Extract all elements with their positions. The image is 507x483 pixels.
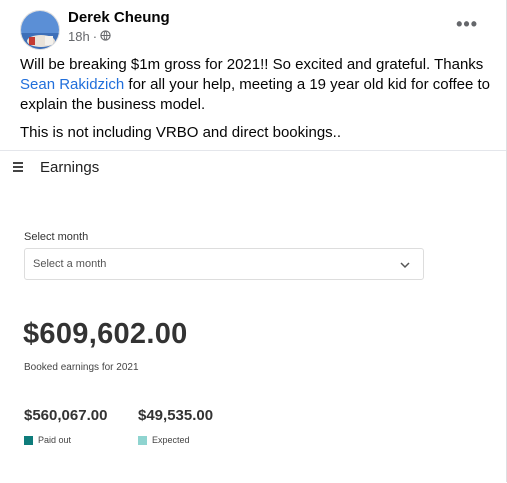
hamburger-menu-icon	[13, 162, 23, 174]
earnings-screenshot[interactable]: Earnings Select month Select a month $60…	[0, 150, 506, 483]
post-paragraph: Will be breaking $1m gross for 2021!! So…	[20, 55, 490, 115]
post-timestamp[interactable]: 18h	[68, 29, 90, 44]
total-earnings: $609,602.00	[23, 318, 188, 350]
month-select: Select a month	[24, 248, 424, 280]
avatar[interactable]	[20, 10, 60, 50]
month-select-placeholder: Select a month	[33, 258, 107, 270]
author-name[interactable]: Derek Cheung	[68, 9, 170, 26]
chevron-down-icon	[399, 258, 411, 276]
select-month-label: Select month	[24, 231, 89, 243]
paid-out-amount: $560,067.00	[24, 407, 108, 424]
paid-out-swatch	[24, 435, 33, 445]
post-meta: 18h ·	[68, 29, 111, 44]
facebook-post: Derek Cheung 18h · ••• Will be breaking …	[0, 0, 507, 483]
post-body: Will be breaking $1m gross for 2021!! So…	[20, 55, 490, 151]
meta-separator: ·	[92, 29, 98, 44]
post-text-part: Will be breaking $1m gross for 2021!! So…	[20, 56, 484, 73]
more-options-icon[interactable]: •••	[456, 14, 478, 35]
expected-label: Expected	[152, 435, 190, 445]
expected-swatch	[138, 435, 147, 445]
globe-icon	[100, 29, 111, 44]
expected-legend: Expected	[138, 435, 190, 445]
earnings-title: Earnings	[40, 159, 100, 176]
paid-out-legend: Paid out	[24, 435, 71, 445]
paid-out-label: Paid out	[38, 435, 72, 445]
total-earnings-caption: Booked earnings for 2021	[24, 362, 139, 373]
expected-amount: $49,535.00	[138, 407, 214, 424]
mention-link[interactable]: Sean Rakidzich	[20, 76, 124, 93]
post-paragraph-second: This is not including VRBO and direct bo…	[20, 124, 341, 141]
